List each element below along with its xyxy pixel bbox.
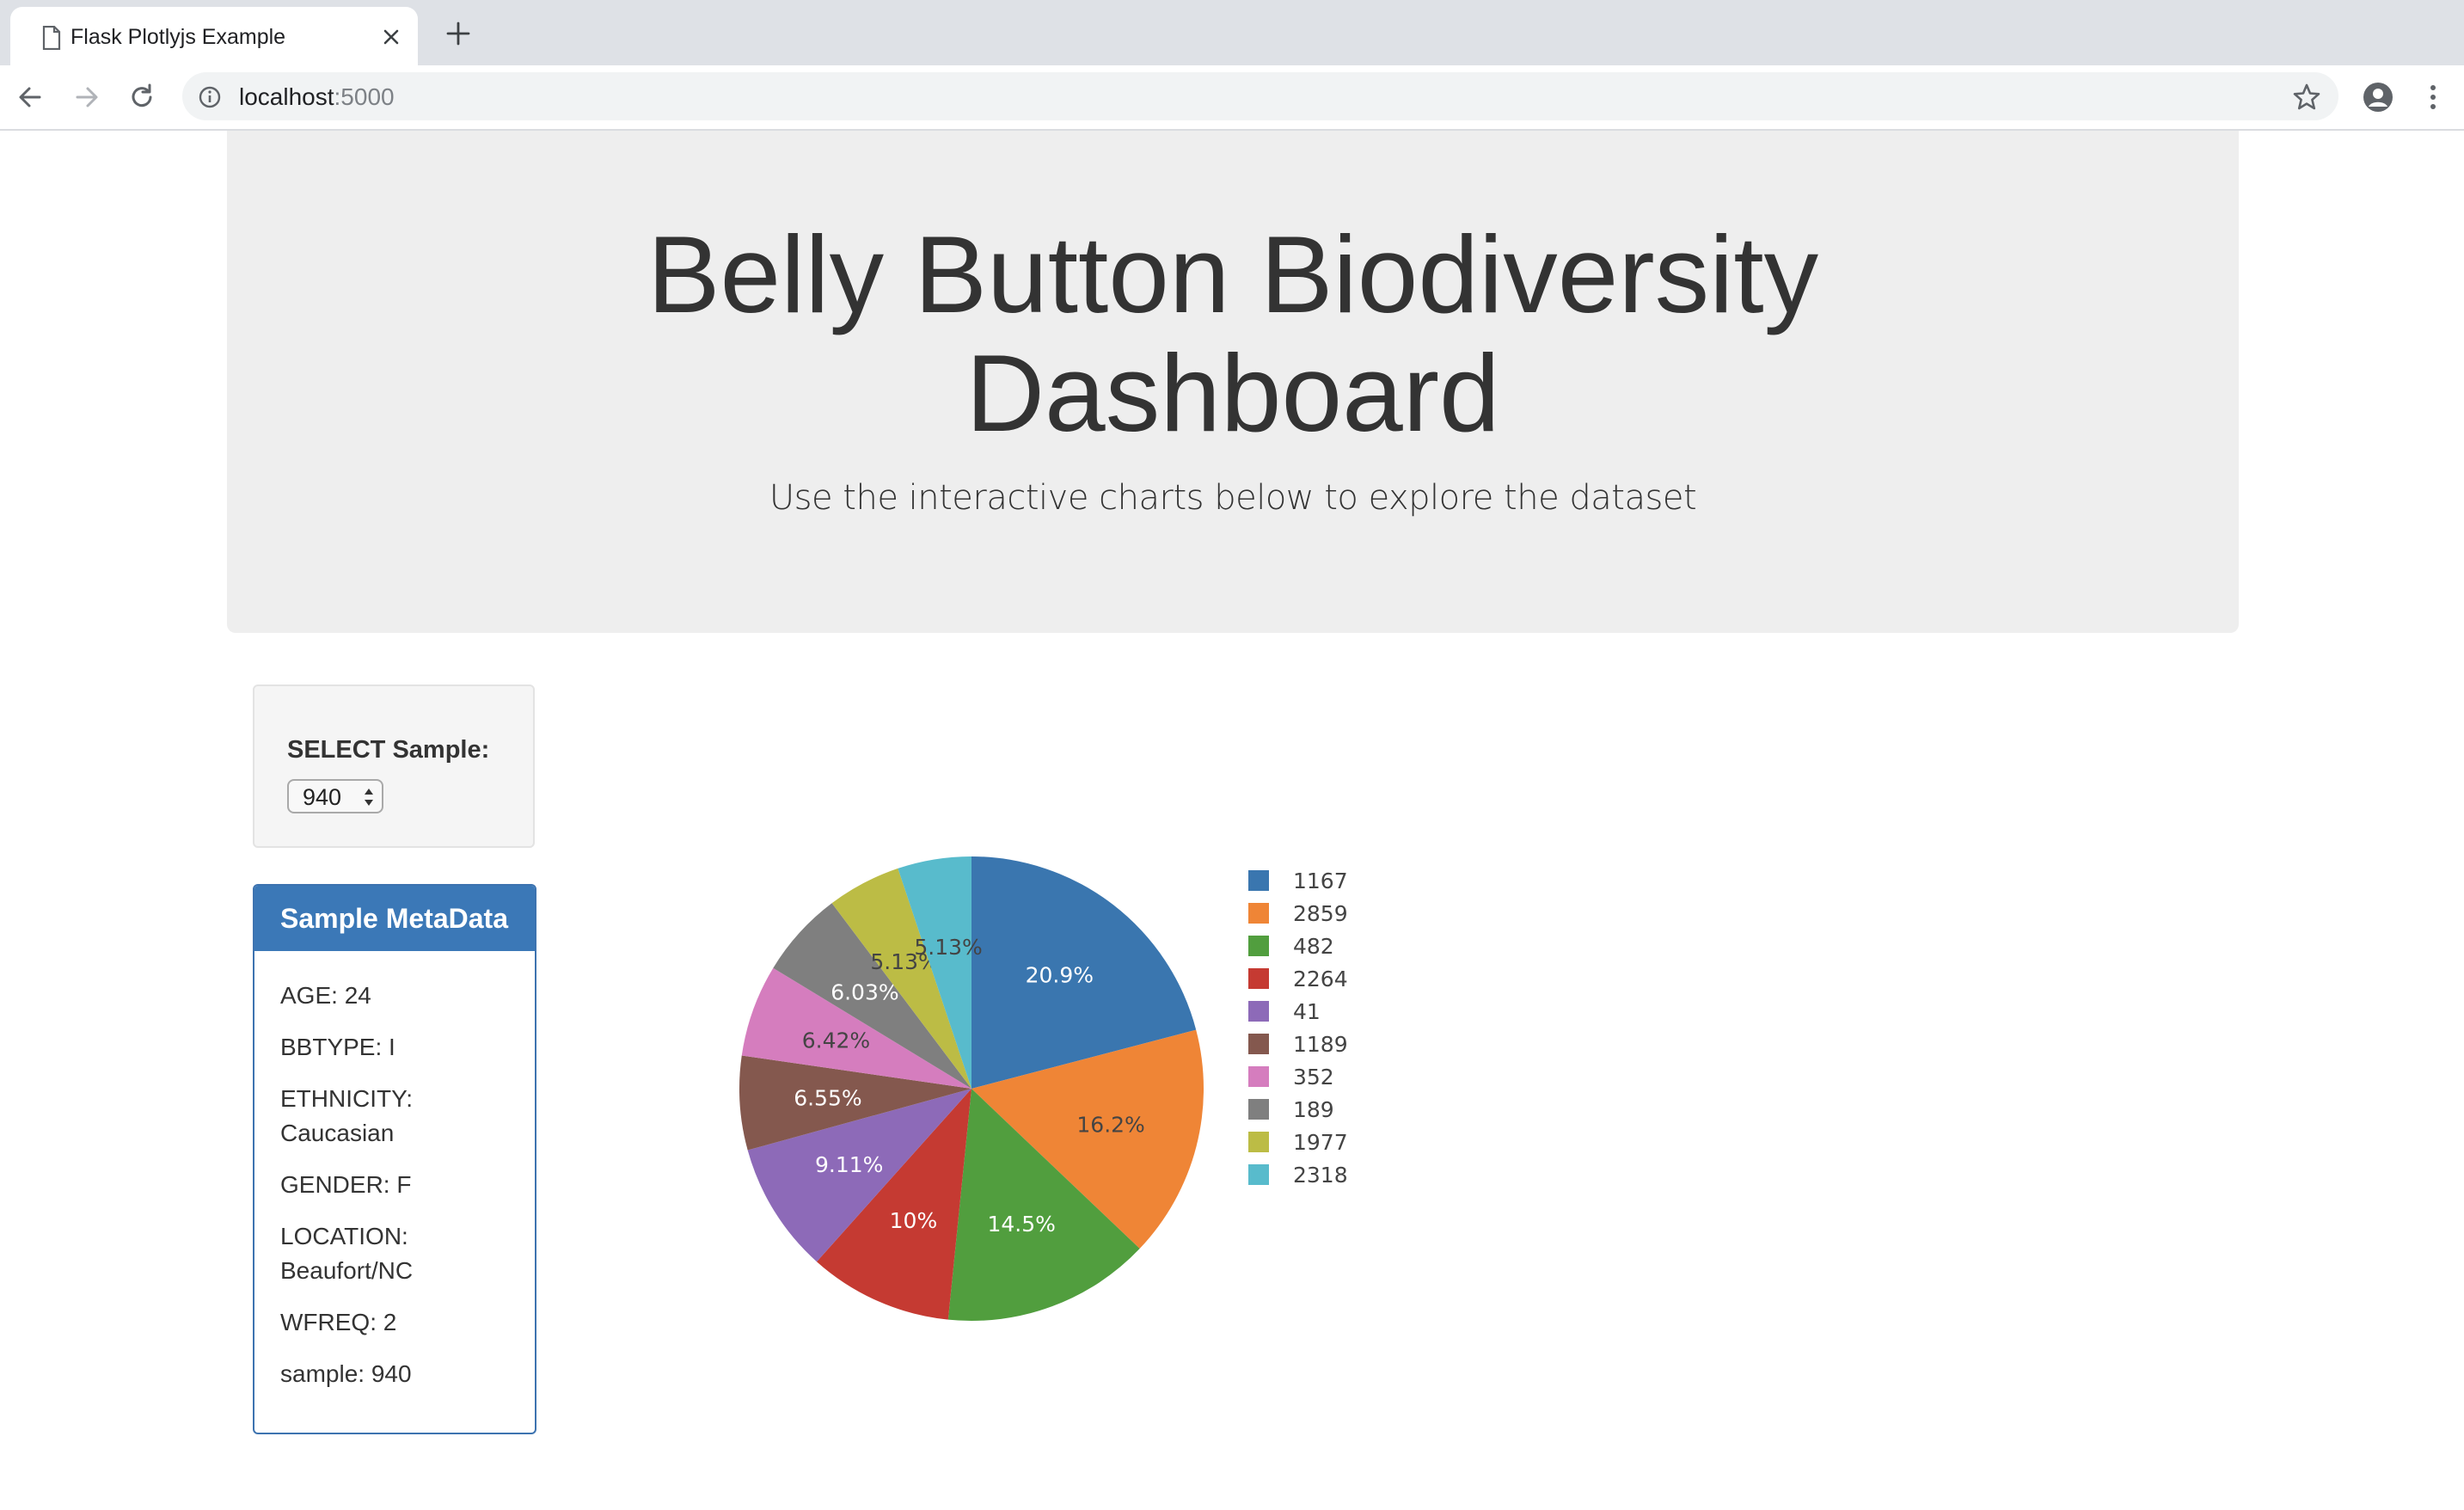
pie-slice-percent-label: 9.11% <box>815 1152 883 1177</box>
pie-slice-percent-label: 5.13% <box>914 935 982 960</box>
metadata-item: WFREQ: 2 <box>280 1309 397 1335</box>
legend-label-482[interactable]: 482 <box>1293 934 1334 959</box>
legend-label-189[interactable]: 189 <box>1293 1097 1334 1122</box>
back-arrow-icon[interactable] <box>15 83 45 112</box>
pie-slice-percent-label: 16.2% <box>1076 1113 1144 1138</box>
legend-swatch-189[interactable] <box>1248 1099 1269 1120</box>
legend-label-2318[interactable]: 2318 <box>1293 1163 1348 1188</box>
metadata-item: BBTYPE: I <box>280 1034 395 1060</box>
legend-swatch-2318[interactable] <box>1248 1164 1269 1185</box>
new-tab-icon[interactable] <box>445 21 471 46</box>
selected-sample-value: 940 <box>303 784 342 810</box>
sample-selector-well: SELECT Sample: 940 <box>253 684 535 848</box>
metadata-item: GENDER: F <box>280 1171 412 1198</box>
info-icon[interactable] <box>198 85 222 109</box>
close-tab-icon[interactable] <box>380 26 402 48</box>
select-arrows-icon <box>365 789 373 806</box>
metadata-item: ETHNICITY: Caucasian <box>280 1085 414 1146</box>
pie-slice-percent-label: 10% <box>890 1208 938 1233</box>
legend-label-2859[interactable]: 2859 <box>1293 901 1348 926</box>
pie-slice-percent-label: 14.5% <box>987 1212 1055 1237</box>
legend-swatch-352[interactable] <box>1248 1066 1269 1087</box>
legend-label-1189[interactable]: 1189 <box>1293 1032 1348 1057</box>
select-sample-label: SELECT Sample: <box>287 736 490 764</box>
pie-chart[interactable]: 20.9% 16.2% 14.5% 10% 9.11% 6.55% 6.42% 6.03% 5.… <box>705 826 1479 1427</box>
metadata-panel-heading: Sample MetaData <box>254 886 535 951</box>
legend-swatch-2264[interactable] <box>1248 968 1269 989</box>
more-menu-icon[interactable] <box>2423 82 2443 113</box>
account-icon[interactable] <box>2362 81 2394 114</box>
metadata-list: AGE: 24 BBTYPE: I ETHNICITY: Caucasian G… <box>280 979 530 1409</box>
document-icon <box>42 26 61 50</box>
url-host: localhost <box>239 83 334 110</box>
header-jumbotron: Belly Button Biodiversity Dashboard Use … <box>227 131 2239 633</box>
legend-swatch-1167[interactable] <box>1248 870 1269 891</box>
page-title-line-1: Belly Button Biodiversity <box>647 213 1819 335</box>
page-title-line-2: Dashboard <box>965 332 1500 454</box>
page-title: Belly Button Biodiversity Dashboard <box>227 215 2239 452</box>
pie-slice-percent-label: 6.55% <box>794 1085 861 1110</box>
legend-swatch-1189[interactable] <box>1248 1034 1269 1054</box>
forward-arrow-icon[interactable] <box>72 83 101 112</box>
page-subtitle: Use the interactive charts below to expl… <box>769 478 1697 518</box>
metadata-item: sample: 940 <box>280 1360 412 1387</box>
metadata-heading-text: Sample MetaData <box>280 903 508 934</box>
pie-slice-percent-label: 20.9% <box>1026 962 1094 987</box>
legend-label-1167[interactable]: 1167 <box>1293 869 1348 893</box>
legend-swatch-482[interactable] <box>1248 936 1269 956</box>
address-bar[interactable]: localhost:5000 <box>182 72 2338 120</box>
legend-swatch-1977[interactable] <box>1248 1132 1269 1152</box>
pie-slice-percent-label: 6.42% <box>802 1028 870 1053</box>
sample-select-dropdown[interactable]: 940 <box>287 779 383 813</box>
legend-label-1977[interactable]: 1977 <box>1293 1130 1348 1155</box>
legend-label-41[interactable]: 41 <box>1293 999 1321 1024</box>
legend-label-2264[interactable]: 2264 <box>1293 967 1348 991</box>
browser-tab[interactable]: Flask Plotlyjs Example <box>10 7 418 65</box>
metadata-item: AGE: 24 <box>280 982 371 1009</box>
bookmark-star-icon[interactable] <box>2292 83 2321 112</box>
tab-title: Flask Plotlyjs Example <box>70 25 286 49</box>
metadata-item: LOCATION: Beaufort/NC <box>280 1223 414 1284</box>
sample-metadata-panel: Sample MetaData AGE: 24 BBTYPE: I ETHNIC… <box>253 884 536 1434</box>
browser-toolbar: localhost:5000 <box>0 65 2464 131</box>
reload-icon[interactable] <box>127 83 156 112</box>
browser-tab-strip: Flask Plotlyjs Example <box>0 0 2464 65</box>
legend-label-352[interactable]: 352 <box>1293 1065 1334 1090</box>
legend-swatch-2859[interactable] <box>1248 903 1269 924</box>
legend-swatch-41[interactable] <box>1248 1001 1269 1022</box>
url-port: :5000 <box>334 83 395 110</box>
pie-slice-percent-label: 6.03% <box>831 980 898 1005</box>
url-text[interactable]: localhost:5000 <box>239 83 395 111</box>
